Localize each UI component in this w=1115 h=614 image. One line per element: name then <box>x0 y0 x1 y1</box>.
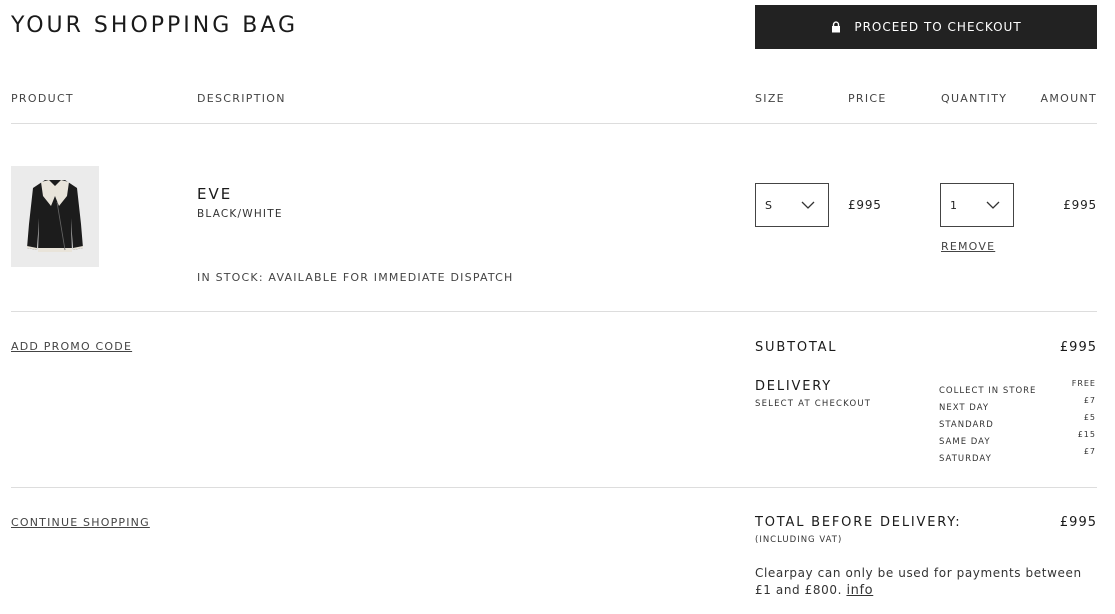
delivery-option-name: COLLECT IN STORE <box>939 386 1037 396</box>
column-header-price: PRICE <box>848 92 887 105</box>
column-header-size: SIZE <box>755 92 785 105</box>
column-header-description: DESCRIPTION <box>197 92 286 105</box>
divider <box>11 487 1097 488</box>
delivery-option: COLLECT IN STORE FREE <box>939 379 1096 396</box>
proceed-to-checkout-button[interactable]: PROCEED TO CHECKOUT <box>755 5 1097 49</box>
delivery-option-price: £7 <box>1083 396 1096 405</box>
clearpay-info-link[interactable]: info <box>846 583 873 598</box>
continue-shopping-link[interactable]: CONTINUE SHOPPING <box>11 516 150 529</box>
delivery-option-price: £15 <box>1077 430 1096 439</box>
delivery-select-note: SELECT AT CHECKOUT <box>755 399 872 409</box>
remove-item-link[interactable]: REMOVE <box>941 240 995 253</box>
delivery-option-name: STANDARD <box>939 420 994 430</box>
unit-price: £995 <box>848 198 882 212</box>
checkout-button-label: PROCEED TO CHECKOUT <box>854 20 1022 34</box>
delivery-option-price: £7 <box>1083 447 1096 456</box>
add-promo-code-link[interactable]: ADD PROMO CODE <box>11 340 132 353</box>
delivery-option-name: SATURDAY <box>939 454 992 464</box>
clearpay-text: Clearpay can only be used for payments b… <box>755 566 1082 597</box>
quantity-select[interactable]: 1 <box>940 183 1014 227</box>
delivery-option-price: FREE <box>1071 379 1096 388</box>
stock-status: IN STOCK: AVAILABLE FOR IMMEDIATE DISPAT… <box>197 271 514 284</box>
leather-jacket-image <box>11 166 99 267</box>
divider <box>11 123 1097 124</box>
vat-note: (INCLUDING VAT) <box>755 535 843 545</box>
subtotal-label: SUBTOTAL <box>755 340 838 355</box>
delivery-option-price: £5 <box>1083 413 1096 422</box>
product-name: EVE <box>197 185 233 203</box>
line-amount: £995 <box>1063 198 1097 212</box>
divider <box>11 311 1097 312</box>
column-header-quantity: QUANTITY <box>941 92 1008 105</box>
clearpay-note: Clearpay can only be used for payments b… <box>755 565 1100 599</box>
product-image[interactable] <box>11 166 99 267</box>
product-color: BLACK/WHITE <box>197 208 283 220</box>
lock-icon <box>832 21 841 33</box>
delivery-option: SATURDAY £7 <box>939 447 1096 464</box>
subtotal-value: £995 <box>1059 340 1097 355</box>
chevron-down-icon <box>801 201 815 209</box>
column-header-amount: AMOUNT <box>1040 92 1097 105</box>
delivery-option: SAME DAY £15 <box>939 430 1096 447</box>
quantity-value: 1 <box>950 198 957 212</box>
size-select[interactable]: S <box>755 183 829 227</box>
size-value: S <box>765 198 772 212</box>
chevron-down-icon <box>986 201 1000 209</box>
total-label: TOTAL BEFORE DELIVERY: <box>755 515 962 530</box>
delivery-label: DELIVERY <box>755 379 832 394</box>
delivery-option-name: NEXT DAY <box>939 403 990 413</box>
delivery-option: STANDARD £5 <box>939 413 1096 430</box>
delivery-option: NEXT DAY £7 <box>939 396 1096 413</box>
column-header-product: PRODUCT <box>11 92 74 105</box>
delivery-option-name: SAME DAY <box>939 437 991 447</box>
total-value: £995 <box>1059 515 1097 530</box>
page-title: YOUR SHOPPING BAG <box>11 13 299 38</box>
